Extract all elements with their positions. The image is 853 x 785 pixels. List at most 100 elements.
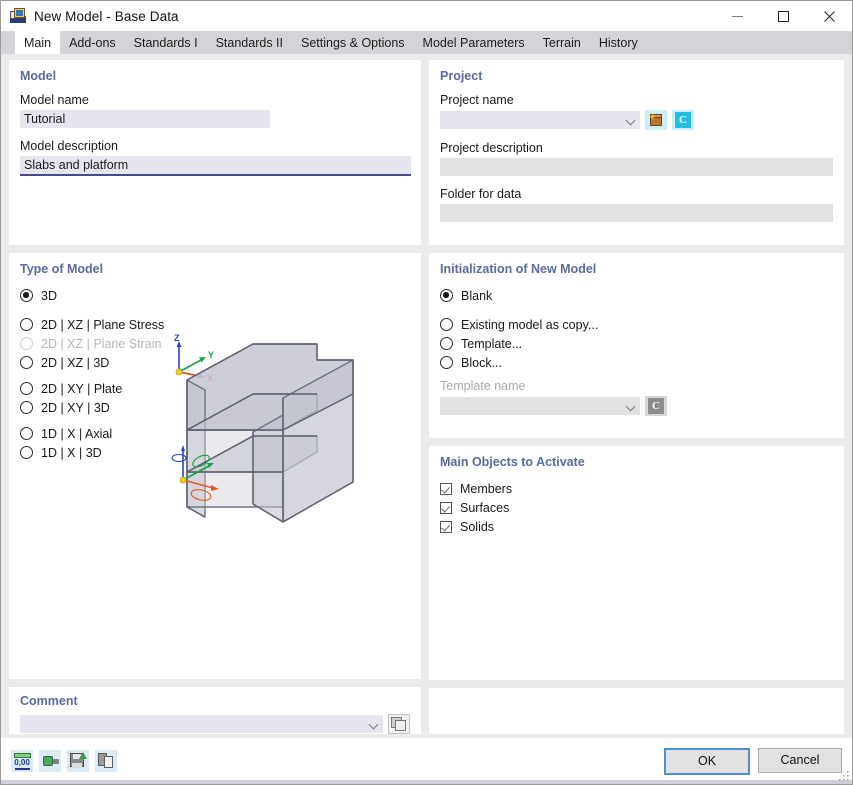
chevron-down-icon: [370, 720, 379, 729]
checkbox-solids-indicator: [440, 520, 452, 533]
radio-2d-xz-3d-label: 2D | XZ | 3D: [41, 355, 110, 370]
radio-2d-xz-plane-stress-indicator: [20, 318, 33, 331]
project-description-input[interactable]: [440, 158, 833, 176]
checkbox-solids[interactable]: Solids: [440, 517, 833, 536]
radio-1d-x-axial-indicator: [20, 427, 33, 440]
tab-settings-options[interactable]: Settings & Options: [292, 31, 414, 54]
radio-block[interactable]: Block...: [440, 353, 833, 372]
axis-orientation-icon: Z Y X: [174, 333, 214, 382]
green-object-icon: [42, 754, 59, 769]
save-defaults-icon: [70, 752, 87, 769]
radio-existing-model-as-copy-indicator: [440, 318, 453, 331]
model-group: Model Model name Model description: [9, 60, 421, 245]
folder-for-data-label: Folder for data: [440, 187, 522, 201]
radio-3d-indicator: [20, 289, 33, 302]
copy-documents-icon: [98, 753, 114, 769]
cloud-c-icon: C: [675, 112, 691, 128]
tab-model-parameters[interactable]: Model Parameters: [414, 31, 534, 54]
radio-1d-x-axial[interactable]: 1D | X | Axial: [20, 424, 410, 443]
tab-add-ons[interactable]: Add-ons: [60, 31, 125, 54]
right-column: Project Project name ✦ C Project descrip…: [429, 60, 844, 734]
comment-combo[interactable]: [20, 715, 384, 733]
footer-buttons: OK Cancel: [664, 747, 842, 775]
title-bar: New Model - Base Data: [1, 1, 852, 31]
template-cloud-button: C: [645, 396, 667, 416]
model-description-input[interactable]: [20, 156, 411, 176]
left-column: Model Model name Model description Type …: [9, 60, 421, 734]
radio-2d-xy-3d[interactable]: 2D | XY | 3D: [20, 398, 410, 417]
type-of-model-group: Type of Model 3D 2D | XZ | Plane Stress …: [9, 253, 421, 679]
radio-blank-label: Blank: [461, 288, 493, 303]
maximize-button[interactable]: [760, 1, 806, 31]
units-value: 0,00: [14, 757, 30, 767]
svg-text:X: X: [207, 373, 213, 382]
window-controls: [714, 1, 852, 31]
main-objects-title: Main Objects to Activate: [440, 455, 585, 469]
cloud-c-icon-disabled: C: [648, 398, 664, 414]
project-name-combo[interactable]: [440, 111, 640, 129]
checkbox-members-label: Members: [460, 481, 513, 496]
project-group-title: Project: [440, 69, 483, 83]
chevron-down-icon: [627, 402, 636, 411]
new-model-icon: [10, 8, 26, 24]
radio-1d-x-axial-label: 1D | X | Axial: [41, 426, 113, 441]
dialog-content: Model Model name Model description Type …: [1, 54, 852, 738]
model-description-label: Model description: [20, 139, 118, 153]
folder-for-data-input[interactable]: [440, 204, 833, 222]
radio-block-indicator: [440, 356, 453, 369]
radio-1d-x-3d-label: 1D | X | 3D: [41, 445, 102, 460]
project-cloud-button[interactable]: C: [672, 110, 694, 130]
radio-1d-x-3d-indicator: [20, 446, 33, 459]
tab-history[interactable]: History: [590, 31, 647, 54]
documents-icon: [391, 717, 407, 731]
cancel-button[interactable]: Cancel: [758, 747, 842, 773]
tab-standards-i[interactable]: Standards I: [125, 31, 207, 54]
template-name-label: Template name: [440, 379, 526, 393]
package-star-icon: ✦: [649, 113, 664, 127]
radio-block-label: Block...: [461, 355, 502, 370]
radio-2d-xy-3d-label: 2D | XY | 3D: [41, 400, 110, 415]
copy-documents-button[interactable]: [95, 750, 117, 772]
project-browse-button[interactable]: ✦: [645, 110, 667, 130]
resize-grip-icon[interactable]: [839, 771, 849, 781]
comment-group: Comment: [9, 687, 421, 734]
tab-standards-ii[interactable]: Standards II: [207, 31, 292, 54]
radio-existing-model-as-copy-label: Existing model as copy...: [461, 317, 599, 332]
main-objects-group: Main Objects to Activate Members Surface…: [429, 446, 844, 680]
new-model-dialog: New Model - Base Data Main Add-ons Stand…: [0, 0, 853, 785]
save-defaults-button[interactable]: [67, 750, 89, 772]
radio-2d-xz-3d-indicator: [20, 356, 33, 369]
radio-1d-x-3d[interactable]: 1D | X | 3D: [20, 443, 410, 462]
green-object-button[interactable]: [39, 750, 61, 772]
radio-blank[interactable]: Blank: [440, 286, 833, 305]
radio-3d[interactable]: 3D: [20, 286, 410, 305]
checkbox-members-indicator: [440, 482, 452, 495]
radio-2d-xy-plate-indicator: [20, 382, 33, 395]
chevron-down-icon: [627, 116, 636, 125]
svg-text:Z: Z: [174, 333, 180, 343]
window-title: New Model - Base Data: [34, 8, 179, 24]
units-icon: 0,00: [13, 752, 31, 770]
model-name-input[interactable]: [20, 110, 270, 128]
radio-2d-xz-plane-stress-label: 2D | XZ | Plane Stress: [41, 317, 165, 332]
radio-2d-xy-plate-label: 2D | XY | Plate: [41, 381, 123, 396]
comment-library-button[interactable]: [388, 714, 410, 734]
svg-text:Y: Y: [208, 350, 214, 360]
radio-2d-xy-3d-indicator: [20, 401, 33, 414]
radio-blank-indicator: [440, 289, 453, 302]
radio-existing-model-as-copy[interactable]: Existing model as copy...: [440, 315, 833, 334]
ok-button[interactable]: OK: [664, 747, 750, 775]
tab-bar: Main Add-ons Standards I Standards II Se…: [1, 31, 852, 54]
project-group: Project Project name ✦ C Project descrip…: [429, 60, 844, 245]
close-button[interactable]: [806, 1, 852, 31]
radio-template[interactable]: Template...: [440, 334, 833, 353]
radio-template-label: Template...: [461, 336, 523, 351]
minimize-button[interactable]: [714, 1, 760, 31]
units-button[interactable]: 0,00: [11, 750, 33, 772]
tab-main[interactable]: Main: [15, 31, 61, 54]
checkbox-members[interactable]: Members: [440, 479, 833, 498]
checkbox-surfaces[interactable]: Surfaces: [440, 498, 833, 517]
project-description-label: Project description: [440, 141, 543, 155]
model-name-label: Model name: [20, 93, 89, 107]
tab-terrain[interactable]: Terrain: [534, 31, 590, 54]
